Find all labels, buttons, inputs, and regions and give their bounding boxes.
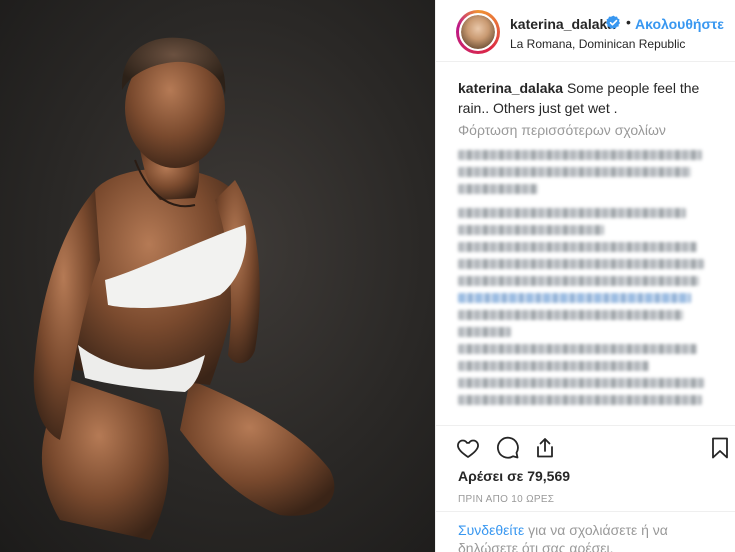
comment-bubble-icon[interactable] (496, 436, 520, 460)
load-more-comments-button[interactable]: Φόρτωση περισσότερων σχολίων (458, 122, 723, 138)
follow-separator: • (626, 14, 631, 30)
blurred-comment-line (458, 310, 684, 320)
blurred-comment-line (458, 395, 702, 405)
comments-section: katerina_dalaka Some people feel the rai… (458, 78, 723, 412)
photo-illustration (33, 37, 335, 540)
blurred-comment-line (458, 293, 692, 303)
blurred-comment-line (458, 208, 686, 218)
likes-count[interactable]: Αρέσει σε 79,569 (458, 468, 570, 484)
login-link[interactable]: Συνδεθείτε (458, 522, 524, 538)
bookmark-icon[interactable] (708, 436, 732, 460)
location-link[interactable]: La Romana, Dominican Republic (510, 37, 685, 51)
username[interactable]: katerina_dalaka (510, 16, 615, 32)
login-prompt: Συνδεθείτε για να σχολιάσετε ή να δηλώσε… (436, 511, 735, 552)
login-prompt-text: Συνδεθείτε για να σχολιάσετε ή να δηλώσε… (458, 521, 708, 552)
action-bar (436, 425, 735, 467)
blurred-comment-line (458, 225, 604, 235)
avatar[interactable] (456, 10, 500, 54)
blurred-comments (458, 150, 723, 405)
post-photo[interactable] (0, 0, 435, 552)
post-side-panel: katerina_dalaka • Ακολουθήστε La Romana,… (435, 0, 735, 552)
caption: katerina_dalaka Some people feel the rai… (458, 78, 723, 118)
blurred-comment-line (458, 242, 697, 252)
verified-badge-icon (606, 15, 621, 30)
follow-button[interactable]: Ακολουθήστε (635, 16, 724, 32)
blurred-comment-line (458, 167, 692, 177)
post-timestamp[interactable]: ΠΡΙΝ ΑΠΟ 10 ΩΡΕΣ (458, 494, 554, 505)
blurred-comment-line (458, 184, 538, 194)
blurred-comment-line (458, 344, 697, 354)
blurred-comment-line (458, 150, 702, 160)
blurred-comment-line (458, 259, 705, 269)
photo-leg-right (180, 380, 335, 516)
avatar-image (459, 13, 497, 51)
blurred-comment-line (458, 378, 705, 388)
blurred-comment-line (458, 276, 700, 286)
blurred-comment-line (458, 327, 511, 337)
post-header: katerina_dalaka • Ακολουθήστε La Romana,… (436, 0, 735, 62)
share-icon[interactable] (533, 436, 557, 460)
heart-icon[interactable] (456, 436, 480, 460)
blurred-comment-line (458, 361, 649, 371)
caption-username[interactable]: katerina_dalaka (458, 80, 563, 96)
